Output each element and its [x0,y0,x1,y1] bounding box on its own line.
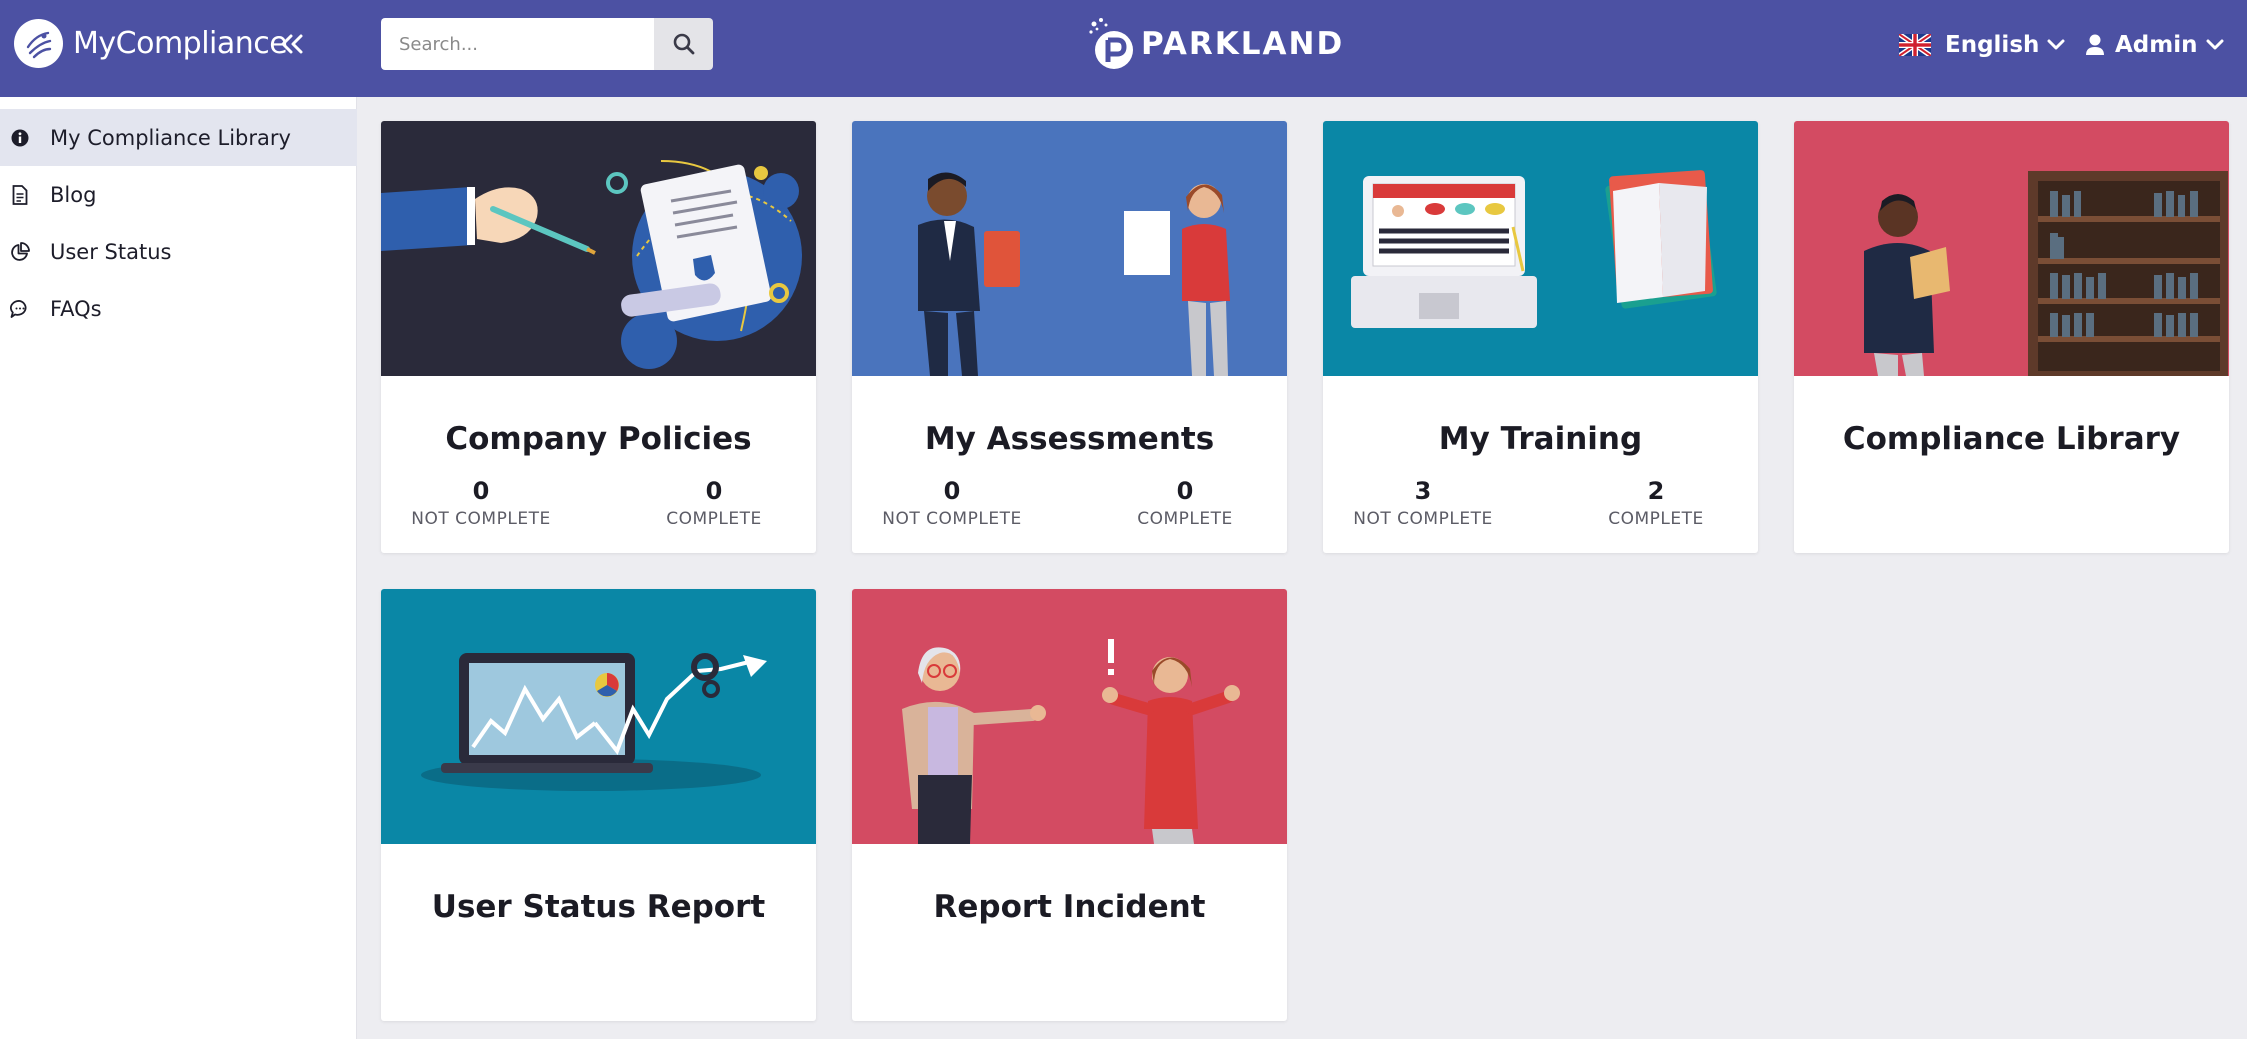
brand-logo-icon [14,19,63,68]
search-box [381,18,713,70]
stat-complete: 0 COMPLETE [1085,476,1285,530]
info-circle-icon [10,128,30,148]
user-icon [2086,34,2104,55]
search-icon [673,33,694,55]
card-title: Compliance Library [1842,421,2181,457]
sidebar-item-label: My Compliance Library [50,125,291,150]
stat-not-complete: 3 NOT COMPLETE [1323,476,1523,530]
stat-label: NOT COMPLETE [882,509,1022,529]
pie-chart-icon [10,242,30,262]
chat-bubble-icon [10,299,30,319]
stat-label: COMPLETE [1137,509,1233,529]
stat-label: COMPLETE [666,509,762,529]
card-title: User Status Report [431,889,766,925]
company-policies-illustration [381,121,816,376]
stat-complete: 2 COMPLETE [1556,476,1756,530]
sidebar: My Compliance Library Blog User Status F… [0,97,357,1039]
language-label: English [1945,32,2040,58]
my-training-illustration [1323,121,1758,376]
card-report-incident[interactable]: Report Incident [852,589,1287,1021]
document-icon [10,185,30,205]
sidebar-item-blog[interactable]: Blog [0,166,357,223]
user-name: Admin [2115,32,2198,58]
card-user-status-report[interactable]: User Status Report [381,589,816,1021]
brand[interactable]: MyCompliance [14,19,288,68]
uk-flag-icon [1899,34,1931,56]
company-logo-text: PARKLAND [1141,26,1345,62]
collapse-sidebar-button[interactable] [280,28,308,60]
card-compliance-library[interactable]: Compliance Library [1794,121,2229,553]
card-title: Company Policies [445,421,752,457]
sidebar-item-label: Blog [50,182,97,207]
stat-not-complete: 0 NOT COMPLETE [852,476,1052,530]
stat-label: NOT COMPLETE [1353,509,1493,529]
company-logo: PARKLAND [1087,14,1344,74]
sidebar-item-label: FAQs [50,296,102,321]
my-assessments-illustration [852,121,1287,376]
sidebar-item-my-compliance-library[interactable]: My Compliance Library [0,109,357,166]
stat-value: 0 [1176,477,1194,505]
card-my-assessments[interactable]: My Assessments 0 NOT COMPLETE 0 COMPLETE [852,121,1287,553]
sidebar-item-label: User Status [50,239,172,264]
parkland-logo-icon [1089,18,1133,69]
language-selector[interactable]: English [1899,28,2065,62]
chevron-down-icon [2206,39,2223,50]
double-chevron-left-icon [281,34,303,54]
stat-complete: 0 COMPLETE [614,476,814,530]
user-menu[interactable]: Admin [2085,28,2224,62]
stat-value: 0 [943,477,961,505]
stat-value: 2 [1647,477,1665,505]
card-title: Report Incident [933,889,1206,925]
sidebar-item-user-status[interactable]: User Status [0,223,357,280]
card-company-policies[interactable]: Company Policies 0 NOT COMPLETE 0 COMPLE… [381,121,816,553]
brand-name: MyCompliance [73,26,288,61]
card-title: My Assessments [924,421,1215,457]
search-input[interactable] [381,18,654,70]
compliance-library-illustration [1794,121,2229,376]
stat-value: 0 [705,477,723,505]
chevron-down-icon [2047,39,2065,50]
user-status-report-illustration [381,589,816,844]
report-incident-illustration [852,589,1287,844]
stat-value: 3 [1414,477,1432,505]
search-button[interactable] [654,18,713,70]
stat-label: COMPLETE [1608,509,1704,529]
sidebar-item-faqs[interactable]: FAQs [0,280,357,337]
card-my-training[interactable]: My Training 3 NOT COMPLETE 2 COMPLETE [1323,121,1758,553]
stat-value: 0 [472,477,490,505]
stat-label: NOT COMPLETE [411,509,551,529]
top-navbar: MyCompliance PARKLAND [0,0,2247,97]
card-title: My Training [1438,421,1643,457]
stat-not-complete: 0 NOT COMPLETE [381,476,581,530]
